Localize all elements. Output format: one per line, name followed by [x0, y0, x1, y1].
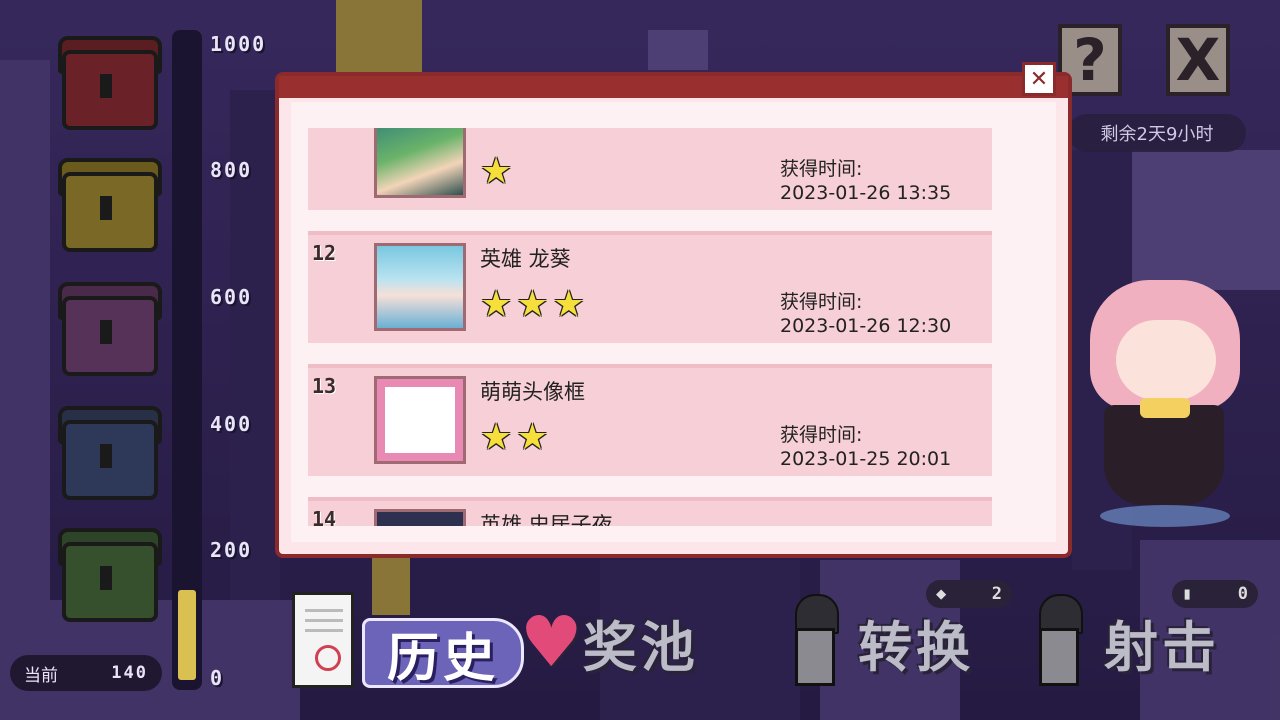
- help-icon: ?: [1073, 26, 1107, 94]
- scale-label-800: 800: [210, 158, 253, 182]
- star-icon: ★: [480, 417, 513, 458]
- obtain-time: 2023-01-25 20:01: [780, 448, 952, 470]
- history-list[interactable]: ★ 获得时间: 2023-01-26 13:35 12 英雄 龙葵 ★ ★ ★ …: [308, 128, 992, 526]
- rarity-stars: ★ ★: [480, 420, 549, 456]
- obtain-time: 2023-01-26 13:35: [780, 182, 952, 204]
- gem-count: 2: [991, 584, 1002, 604]
- convert-label: 转换: [858, 615, 974, 679]
- rarity-stars: ★: [480, 154, 512, 190]
- current-label: 当前: [24, 665, 58, 686]
- record-index: 12: [312, 241, 337, 265]
- bullet-icon: [792, 594, 839, 690]
- obtain-time-label: 获得时间:: [780, 291, 863, 313]
- shoot-label: 射击: [1104, 615, 1220, 679]
- chest-navy[interactable]: [56, 400, 162, 500]
- record-index: 14: [312, 507, 337, 526]
- close-icon: X: [1175, 26, 1221, 94]
- chest-gold[interactable]: [56, 152, 162, 252]
- ammo-count: 0: [1237, 584, 1248, 604]
- chest-red[interactable]: [56, 30, 162, 130]
- modal-close-button[interactable]: ✕: [1022, 62, 1056, 96]
- character-sprite: [1080, 280, 1260, 530]
- scale-label-400: 400: [210, 412, 253, 436]
- obtain-time-label: 获得时间:: [780, 424, 863, 446]
- scale-label-1000: 1000: [210, 32, 267, 56]
- convert-button[interactable]: 转换: [792, 594, 974, 690]
- fruit-heart-icon: ♥: [520, 601, 583, 683]
- history-label: 历史: [362, 618, 524, 689]
- list-item: 13 萌萌头像框 ★ ★ 获得时间: 2023-01-25 20:01: [308, 364, 992, 476]
- progress-fill: [178, 590, 196, 680]
- avatar: [374, 128, 466, 198]
- obtain-time-label: 获得时间:: [780, 158, 863, 180]
- avatar: [374, 243, 466, 331]
- avatar: [374, 376, 466, 464]
- shoot-button[interactable]: 射击: [1036, 594, 1220, 690]
- chest-green[interactable]: [56, 522, 162, 622]
- scale-label-200: 200: [210, 538, 253, 562]
- star-icon: ★: [516, 284, 549, 325]
- prize-pool-label: 奖池: [582, 615, 699, 679]
- record-name: 萌萌头像框: [480, 380, 585, 404]
- remaining-time: 剩余2天9小时: [1068, 114, 1246, 152]
- scale-label-600: 600: [210, 285, 253, 309]
- current-value: 140: [111, 663, 148, 683]
- star-icon: ★: [552, 284, 585, 325]
- list-item: ★ 获得时间: 2023-01-26 13:35: [308, 128, 992, 210]
- scale-label-0: 0: [210, 666, 225, 690]
- bullet-icon: [1036, 594, 1083, 690]
- chest-purple[interactable]: [56, 276, 162, 376]
- current-points: 当前 140: [10, 655, 162, 691]
- list-item: 12 英雄 龙葵 ★ ★ ★ 获得时间: 2023-01-26 12:30: [308, 231, 992, 343]
- close-icon: ✕: [1029, 66, 1049, 92]
- star-icon: ★: [480, 151, 513, 192]
- record-index: 13: [312, 374, 337, 398]
- star-icon: ★: [480, 284, 513, 325]
- exit-button[interactable]: X: [1166, 24, 1230, 96]
- record-name: 英雄 龙葵: [480, 247, 571, 271]
- obtain-time: 2023-01-26 12:30: [780, 315, 952, 337]
- avatar: [374, 509, 466, 526]
- progress-track: [172, 30, 202, 690]
- list-item: 14 英雄 史居子夜: [308, 497, 992, 526]
- prize-pool-button[interactable]: ♥ 奖池: [520, 594, 699, 690]
- star-icon: ★: [516, 417, 549, 458]
- document-icon: [292, 592, 354, 688]
- record-name: 英雄 史居子夜: [480, 513, 613, 526]
- rarity-stars: ★ ★ ★: [480, 287, 585, 323]
